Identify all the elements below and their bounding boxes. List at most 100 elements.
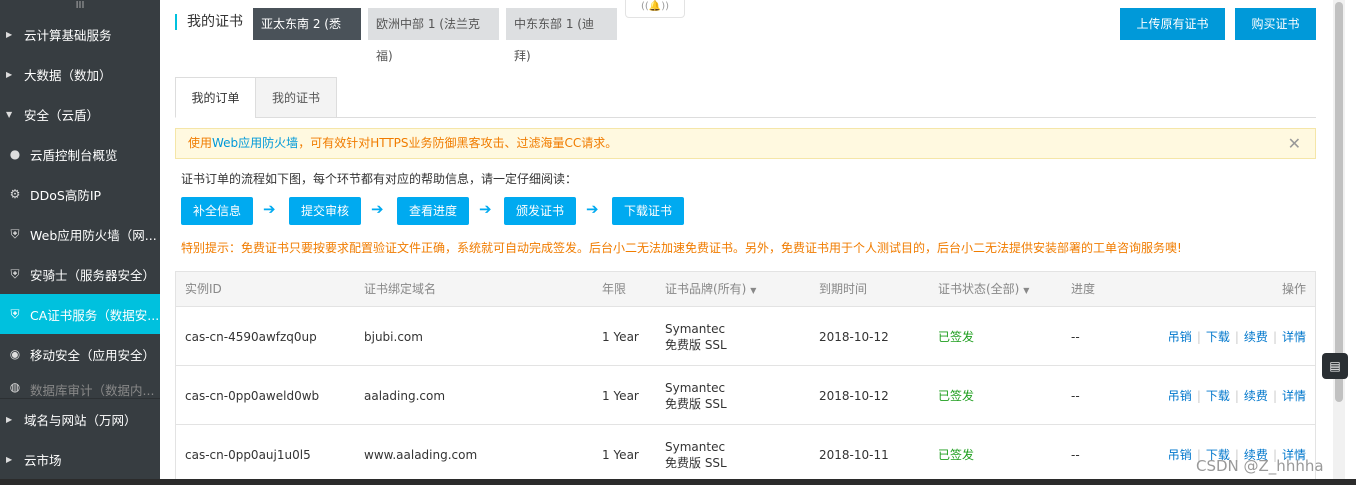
- arrow-right-icon: ➔: [479, 200, 492, 218]
- revoke-link[interactable]: 吊销: [1168, 446, 1192, 463]
- caret-down-icon: ▼: [1023, 286, 1030, 295]
- flow-intro: 证书订单的流程如下图，每个环节都有对应的帮助信息，请一定仔细阅读：: [181, 172, 578, 186]
- sidebar-item-label: 数据库审计（数据内...: [30, 383, 155, 398]
- sidebar-item-aegis[interactable]: ⛨ 安骑士（服务器安全）: [0, 254, 160, 294]
- cell-expire: 2018-10-11: [819, 447, 889, 462]
- region-tab-frankfurt[interactable]: 欧洲中部 1 (法兰克福): [368, 8, 499, 63]
- cell-term: 1 Year: [602, 329, 639, 344]
- sidebar-item-ca-cert[interactable]: ⛨ CA证书服务（数据安...: [0, 294, 160, 334]
- table-header: 实例ID 证书绑定域名 年限 证书品牌(所有) ▼ 到期时间 证书状态(全部) …: [176, 272, 1315, 307]
- cell-expire: 2018-10-12: [819, 329, 889, 344]
- arrow-right-icon: ➔: [586, 200, 599, 218]
- region-tab-dubai[interactable]: 中东东部 1 (迪拜): [506, 8, 617, 63]
- tab-my-orders[interactable]: 我的订单: [175, 77, 256, 118]
- nav-group-security[interactable]: ▼ 安全（云盾）: [0, 94, 160, 134]
- cell-expire: 2018-10-12: [819, 388, 889, 403]
- sidebar-item-ddos[interactable]: ⚙ DDoS高防IP: [0, 174, 160, 214]
- db-icon: ◍: [9, 380, 21, 394]
- tab-bar: 我的订单 我的证书: [175, 77, 1316, 118]
- cell-progress: --: [1071, 447, 1080, 462]
- caret-down-icon: ▼: [6, 109, 13, 119]
- download-link[interactable]: 下载: [1206, 328, 1230, 345]
- revoke-link[interactable]: 吊销: [1168, 387, 1192, 404]
- chat-icon[interactable]: ▤: [1322, 353, 1348, 379]
- header-domain: 证书绑定域名: [364, 282, 437, 296]
- header-ops: 操作: [1281, 282, 1306, 296]
- sidebar-item-label: 云盾控制台概览: [30, 147, 118, 163]
- close-icon[interactable]: ✕: [1288, 129, 1301, 158]
- sidebar-grip[interactable]: III: [0, 0, 160, 14]
- arrow-right-icon: ➔: [263, 200, 276, 218]
- waf-link[interactable]: Web应用防火墙: [212, 136, 298, 150]
- step-submit-review-button[interactable]: 提交审核: [289, 197, 361, 225]
- scrollbar-thumb[interactable]: [1335, 2, 1343, 402]
- header-brand: 证书品牌(所有): [665, 282, 747, 296]
- top-bar: 我的证书 亚太东南 2 (悉尼) 欧洲中部 1 (法兰克福) 中东东部 1 (迪…: [175, 0, 1316, 63]
- sidebar-item-waf[interactable]: ⛨ Web应用防火墙（网...: [0, 214, 160, 254]
- region-tab-sydney[interactable]: 亚太东南 2 (悉尼): [253, 8, 361, 63]
- nav-group-marketplace[interactable]: ▶ 云市场: [0, 439, 160, 479]
- nav-group-label: 大数据（数加）: [24, 67, 112, 83]
- header-brand-filter[interactable]: 证书品牌(所有) ▼: [665, 272, 756, 308]
- notice-prefix: 使用: [188, 136, 213, 150]
- cell-brand: Symantec 免费版 SSL: [665, 307, 727, 366]
- tab-my-certs[interactable]: 我的证书: [255, 77, 337, 118]
- header-progress: 进度: [1071, 282, 1096, 296]
- buy-cert-button[interactable]: 购买证书: [1235, 8, 1316, 40]
- shield-icon: ⛨: [10, 266, 20, 281]
- sidebar-item-db-audit[interactable]: ◍ 数据库审计（数据内...: [0, 374, 160, 398]
- nav-group-label: 域名与网站（万网）: [24, 412, 137, 428]
- sidebar-item-label: CA证书服务（数据安...: [30, 307, 160, 323]
- upload-cert-button[interactable]: 上传原有证书: [1120, 8, 1225, 40]
- caret-right-icon: ▶: [6, 29, 13, 39]
- step-download-cert-button[interactable]: 下载证书: [612, 197, 684, 225]
- step-complete-info-button[interactable]: 补全信息: [181, 197, 253, 225]
- renew-link[interactable]: 续费: [1244, 387, 1268, 404]
- bell-icon[interactable]: ((🔔)): [625, 0, 685, 18]
- brand-edition: 免费版 SSL: [665, 455, 727, 470]
- sidebar-item-label: Web应用防火墙（网...: [30, 227, 157, 243]
- cell-domain: www.aalading.com: [364, 447, 478, 462]
- download-link[interactable]: 下载: [1206, 387, 1230, 404]
- eye-icon: ◉: [9, 347, 21, 361]
- separator: |: [1234, 329, 1239, 344]
- sidebar-item-label: DDoS高防IP: [30, 187, 102, 203]
- sidebar-item-yundun-overview[interactable]: ● 云盾控制台概览: [0, 134, 160, 174]
- cell-ops: 吊销 | 下载 | 续费 | 详情: [1168, 307, 1306, 366]
- cell-domain: bjubi.com: [364, 329, 423, 344]
- brand-name: Symantec: [665, 380, 726, 395]
- cell-domain: aalading.com: [364, 388, 446, 403]
- sidebar: III ▶ 云计算基础服务 ▶ 大数据（数加） ▼ 安全（云盾） ● 云盾控制台…: [0, 0, 160, 485]
- nav-group-big-data[interactable]: ▶ 大数据（数加）: [0, 54, 160, 94]
- cell-instance-id: cas-cn-0pp0auj1u0l5: [185, 447, 311, 462]
- header-expire: 到期时间: [819, 282, 868, 296]
- header-status-filter[interactable]: 证书状态(全部) ▼: [938, 272, 1029, 308]
- separator: |: [1234, 388, 1239, 403]
- sidebar-item-label: 移动安全（应用安全）: [30, 347, 156, 363]
- step-check-progress-button[interactable]: 查看进度: [397, 197, 469, 225]
- cell-brand: Symantec 免费版 SSL: [665, 366, 727, 425]
- brand-edition: 免费版 SSL: [665, 396, 727, 411]
- cell-progress: --: [1071, 329, 1080, 344]
- notice-banner: 使用Web应用防火墙，可有效针对HTTPS业务防御黑客攻击、过滤海量CC请求。 …: [175, 128, 1316, 159]
- renew-link[interactable]: 续费: [1244, 328, 1268, 345]
- brand-name: Symantec: [665, 439, 726, 454]
- nav-group-domains[interactable]: ▶ 域名与网站（万网）: [0, 399, 160, 439]
- cell-instance-id: cas-cn-4590awfzq0up: [185, 329, 317, 344]
- separator: |: [1196, 388, 1201, 403]
- revoke-link[interactable]: 吊销: [1168, 328, 1192, 345]
- step-issue-cert-button[interactable]: 颁发证书: [504, 197, 576, 225]
- nav-group-cloud-computing[interactable]: ▶ 云计算基础服务: [0, 14, 160, 54]
- details-link[interactable]: 详情: [1282, 387, 1306, 404]
- caret-right-icon: ▶: [6, 454, 13, 464]
- bottom-border: [0, 479, 1356, 485]
- sidebar-item-mobile-security[interactable]: ◉ 移动安全（应用安全）: [0, 334, 160, 374]
- cell-status: 已签发: [938, 330, 975, 344]
- nav-group-label: 安全（云盾）: [24, 107, 100, 123]
- details-link[interactable]: 详情: [1282, 328, 1306, 345]
- table-row: cas-cn-4590awfzq0up bjubi.com 1 Year Sym…: [176, 307, 1315, 366]
- scrollbar[interactable]: [1333, 0, 1345, 485]
- caret-down-icon: ▼: [750, 286, 757, 295]
- dot-icon: ●: [9, 147, 21, 161]
- page-title: 我的证书: [175, 14, 243, 30]
